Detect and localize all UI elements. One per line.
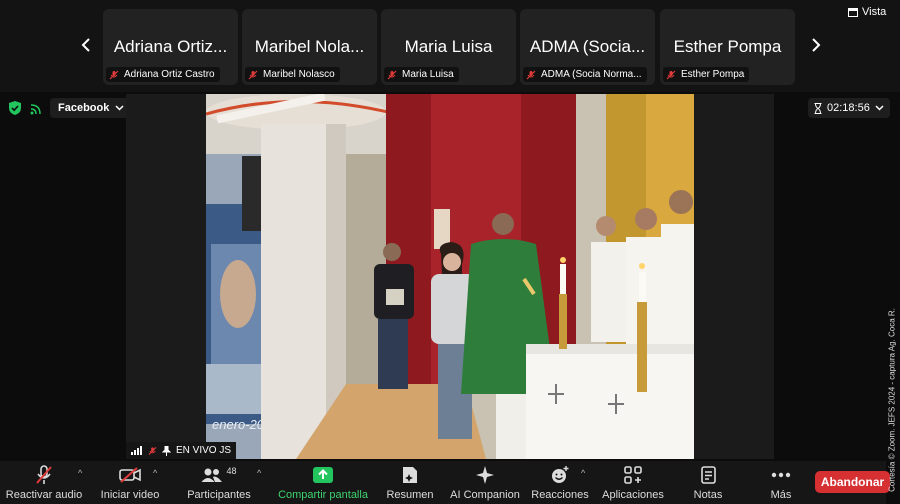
- leave-meeting-button[interactable]: Abandonar: [815, 471, 890, 493]
- video-feed: enero-2024: [206, 94, 694, 459]
- chevron-down-icon: [115, 105, 124, 111]
- connection-signal-icon[interactable]: [30, 102, 42, 120]
- encryption-shield-icon[interactable]: [9, 101, 21, 120]
- apps-label: Aplicaciones: [602, 489, 664, 501]
- participant-name: Maria Luisa: [404, 37, 493, 56]
- participants-options-caret[interactable]: ^: [257, 468, 261, 478]
- participant-label-text: Maria Luisa: [402, 69, 454, 80]
- more-button[interactable]: Más: [764, 462, 798, 502]
- participant-name: Maribel Nola...: [254, 37, 365, 56]
- unmute-button[interactable]: Reactivar audio: [6, 462, 82, 502]
- ai-companion-button[interactable]: AI Companion: [449, 462, 521, 502]
- reactions-label: Reacciones: [531, 489, 589, 501]
- mic-muted-icon: [666, 70, 676, 79]
- participants-label: Participantes: [187, 489, 251, 501]
- share-screen-icon: [313, 467, 333, 483]
- mic-muted-icon: [248, 70, 258, 79]
- notes-label: Notas: [693, 489, 723, 501]
- signal-bars-icon: [131, 446, 142, 455]
- participant-label-text: Maribel Nolasco: [263, 69, 335, 80]
- meeting-timer[interactable]: 02:18:56: [808, 98, 890, 118]
- pin-icon: [162, 445, 171, 456]
- participant-tile[interactable]: Maria Luisa Maria Luisa: [381, 9, 516, 85]
- mic-muted-icon: [526, 70, 536, 79]
- reactions-icon: [552, 466, 569, 483]
- mic-muted-icon: [387, 70, 397, 79]
- participant-count: 48: [226, 466, 237, 476]
- start-video-label: Iniciar video: [100, 489, 160, 501]
- more-icon: [771, 472, 791, 478]
- participants-icon: [201, 468, 223, 482]
- participant-tile[interactable]: Adriana Ortiz... Adriana Ortiz Castro: [103, 9, 238, 85]
- unmute-label: Reactivar audio: [5, 489, 83, 501]
- participant-label-text: Esther Pompa: [681, 69, 745, 80]
- chevron-right-icon: [812, 38, 821, 52]
- participants-button[interactable]: 48 Participantes: [184, 462, 254, 502]
- gallery-next-button[interactable]: [804, 30, 828, 60]
- mic-muted-icon: [109, 70, 119, 79]
- mic-muted-icon: [36, 465, 52, 484]
- live-stream-indicator: EN VIVO JS: [126, 442, 237, 459]
- participant-name: Adriana Ortiz...: [113, 37, 228, 56]
- view-icon: [848, 7, 858, 17]
- summary-button[interactable]: Resumen: [383, 462, 437, 502]
- apps-icon: [624, 466, 642, 484]
- video-options-caret[interactable]: ^: [153, 468, 157, 478]
- participant-label: Maria Luisa: [384, 67, 459, 82]
- audio-options-caret[interactable]: ^: [78, 468, 82, 478]
- livestream-platform-button[interactable]: Facebook: [50, 98, 133, 118]
- chevron-left-icon: [81, 38, 90, 52]
- more-label: Más: [770, 489, 792, 501]
- ai-companion-label: AI Companion: [450, 489, 520, 501]
- summary-icon: [403, 467, 417, 483]
- gallery-prev-button[interactable]: [74, 30, 98, 60]
- share-screen-label: Compartir pantalla: [278, 489, 368, 501]
- photo-credit: Cortesía © Zoom. JEFS 2024 - captura Ag.…: [884, 300, 900, 504]
- view-label: Vista: [862, 6, 887, 18]
- hourglass-icon: [814, 102, 822, 114]
- participant-label-text: ADMA (Socia Norma...: [541, 69, 642, 80]
- apps-button[interactable]: Aplicaciones: [600, 462, 666, 502]
- summary-label: Resumen: [386, 489, 434, 501]
- live-label-text: EN VIVO JS: [176, 445, 232, 456]
- participant-label: Esther Pompa: [663, 67, 750, 82]
- mic-muted-icon: [148, 446, 157, 455]
- timer-value: 02:18:56: [827, 102, 870, 114]
- platform-label: Facebook: [58, 102, 110, 114]
- participant-label: ADMA (Socia Norma...: [523, 67, 647, 82]
- reactions-options-caret[interactable]: ^: [581, 468, 585, 478]
- share-screen-button[interactable]: Compartir pantalla: [277, 462, 369, 502]
- participant-name: ADMA (Socia...: [529, 37, 646, 56]
- participant-label: Adriana Ortiz Castro: [106, 67, 220, 82]
- participant-tile[interactable]: Esther Pompa Esther Pompa: [660, 9, 795, 85]
- participant-label: Maribel Nolasco: [245, 67, 340, 82]
- notes-button[interactable]: Notas: [688, 462, 728, 502]
- view-button[interactable]: Vista: [848, 6, 886, 18]
- chevron-down-icon: [875, 105, 884, 111]
- participant-name: Esther Pompa: [673, 37, 782, 56]
- video-off-icon: [119, 467, 141, 483]
- participant-tile[interactable]: ADMA (Socia... ADMA (Socia Norma...: [520, 9, 655, 85]
- photo-credit-text: Cortesía © Zoom. JEFS 2024 - captura Ag.…: [887, 308, 897, 492]
- ai-companion-icon: [476, 466, 494, 484]
- notes-icon: [700, 466, 716, 484]
- participant-tile[interactable]: Maribel Nola... Maribel Nolasco: [242, 9, 377, 85]
- participant-label-text: Adriana Ortiz Castro: [124, 69, 215, 80]
- video-scene-illustration: enero-2024: [206, 94, 694, 459]
